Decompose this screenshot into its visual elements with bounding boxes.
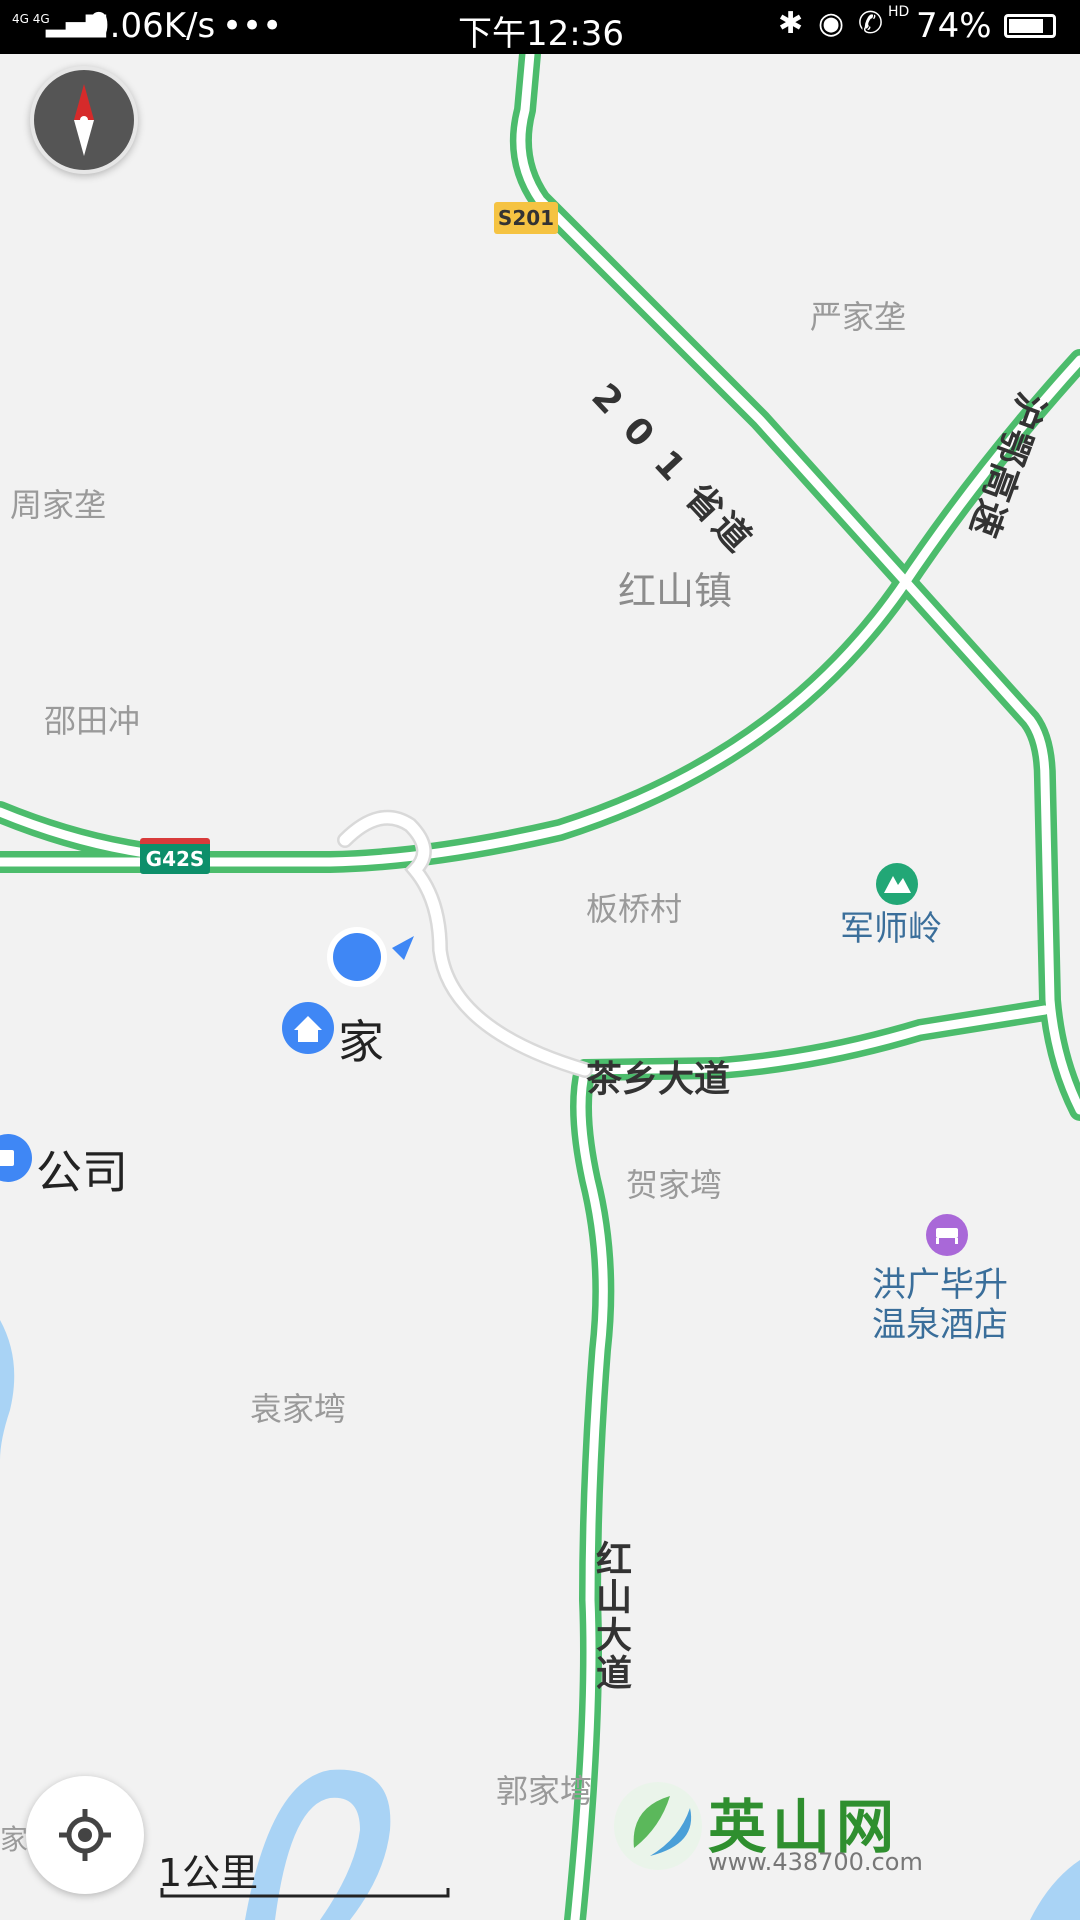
location-pin-icon: ◉	[818, 6, 845, 41]
watermark-logo	[610, 1778, 706, 1874]
status-bar: 4G 4G ▂▄▆ 0.06K/s ••• 下午12:36 ✱ ◉ ✆ HD 7…	[0, 0, 1080, 54]
company-label[interactable]: 公司	[36, 1136, 128, 1202]
poi-hotel-label-line1[interactable]: 洪广毕升	[872, 1266, 1008, 1304]
call-icon: ✆	[858, 6, 884, 41]
place-yanjiaping: 严家垄	[810, 298, 907, 336]
place-yuanjiawan: 袁家塆	[250, 1390, 347, 1428]
place-banqiaocun: 板桥村	[586, 890, 683, 928]
compass-button[interactable]	[30, 66, 138, 174]
hotel-icon[interactable]	[926, 1214, 968, 1256]
battery-icon	[1004, 14, 1056, 38]
watermark-url: www.438700.com	[708, 1848, 923, 1876]
clock: 下午12:36	[458, 14, 624, 54]
place-hongshanzhen: 红山镇	[618, 569, 733, 613]
place-shaotianchong: 邵田冲	[44, 702, 141, 740]
road-label-chaxiang-avenue: 茶乡大道	[586, 1059, 731, 1100]
map-canvas[interactable]	[0, 0, 1080, 1920]
place-zhoujiaping: 周家垄	[10, 486, 107, 524]
leaf-logo-icon	[614, 1782, 702, 1870]
place-edge-jia: 家	[0, 1823, 29, 1856]
locate-me-button[interactable]	[26, 1776, 144, 1894]
network-speed: 0.06K/s	[88, 6, 216, 46]
mountain-icon[interactable]	[876, 863, 918, 905]
more-notifications: •••	[222, 6, 283, 46]
hd-label: HD	[888, 4, 910, 20]
road-label-hongshan-avenue: 红山大道	[590, 1540, 631, 1692]
place-hejiawan: 贺家塆	[626, 1166, 723, 1204]
network-type: 4G 4G	[12, 12, 50, 26]
road-shield-s201: S201	[494, 202, 558, 234]
crosshair-icon	[59, 1809, 111, 1861]
battery-percent: 74%	[916, 6, 992, 46]
poi-hotel-label-line2[interactable]: 温泉酒店	[872, 1306, 1008, 1344]
road-shield-g42s: G42S	[140, 838, 210, 874]
poi-junshiling-label[interactable]: 军师岭	[840, 910, 942, 948]
home-label[interactable]: 家	[338, 1006, 384, 1072]
bluetooth-icon: ✱	[778, 6, 804, 41]
scale-label: 1公里	[158, 1851, 259, 1895]
place-guojiawan: 郭家塆	[496, 1772, 593, 1810]
home-icon[interactable]	[282, 1002, 334, 1054]
compass-icon	[74, 84, 94, 156]
